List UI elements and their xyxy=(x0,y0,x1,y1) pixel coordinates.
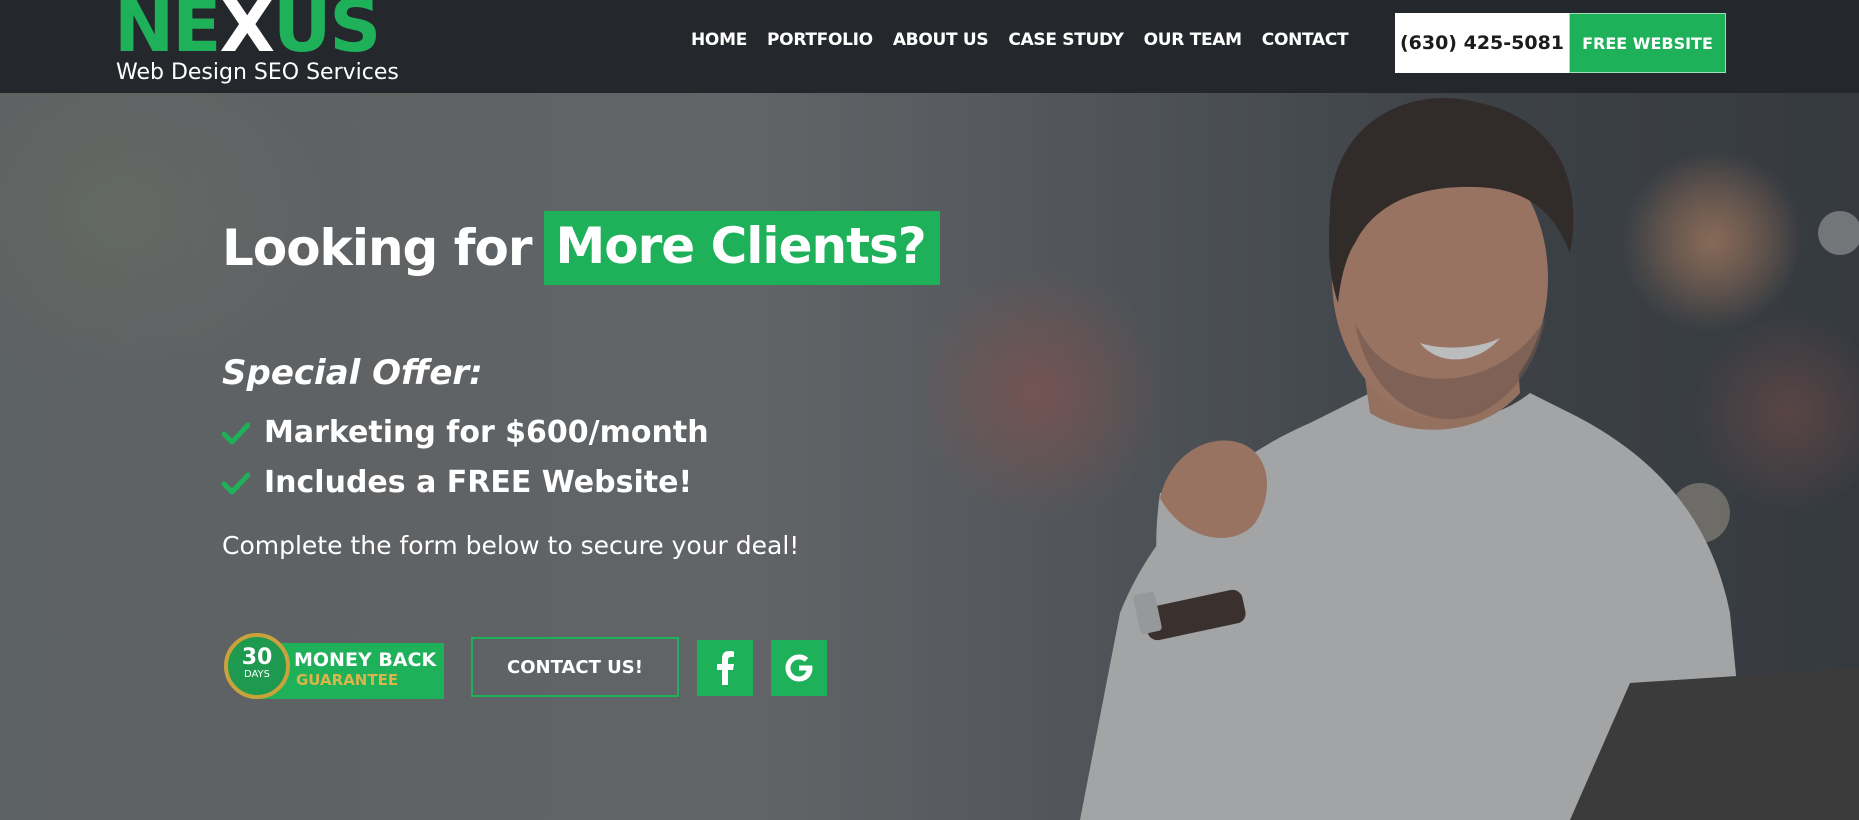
hero-overlay xyxy=(0,93,1859,820)
free-website-button[interactable]: FREE WEBSITE xyxy=(1569,13,1726,73)
offer-bullet: Marketing for $600/month xyxy=(222,415,709,450)
google-icon xyxy=(785,654,813,682)
nav-contact[interactable]: CONTACT xyxy=(1262,30,1349,50)
nexus-logo[interactable]: NEXUS Web Design SEO Services xyxy=(114,0,399,92)
nav-about-us[interactable]: ABOUT US xyxy=(893,30,989,50)
nav-home[interactable]: HOME xyxy=(691,30,747,50)
badge-line1: MONEY BACK xyxy=(294,649,437,671)
money-back-guarantee-badge: 30 DAYS MONEY BACK GUARANTEE xyxy=(222,633,444,701)
facebook-icon xyxy=(717,651,734,685)
checkmark-icon xyxy=(222,472,250,494)
nav-our-team[interactable]: OUR TEAM xyxy=(1144,30,1242,50)
headline-highlight: More Clients? xyxy=(543,211,940,285)
nav-portfolio[interactable]: PORTFOLIO xyxy=(767,30,873,50)
badge-days-label: DAYS xyxy=(243,669,271,680)
hero-subline: Complete the form below to secure your d… xyxy=(222,531,800,560)
offer-bullet: Includes a FREE Website! xyxy=(222,465,692,500)
hero-headline: Looking for More Clients? xyxy=(222,211,940,285)
google-button[interactable] xyxy=(771,640,827,696)
logo-wordmark: NEXUS xyxy=(114,0,381,68)
badge-line2: GUARANTEE xyxy=(296,671,399,689)
nav-case-study[interactable]: CASE STUDY xyxy=(1008,30,1124,50)
headline-text: Looking for xyxy=(222,219,533,277)
special-offer-title: Special Offer: xyxy=(222,353,483,393)
contact-us-button[interactable]: CONTACT US! xyxy=(471,637,679,697)
main-nav: HOME PORTFOLIO ABOUT US CASE STUDY OUR T… xyxy=(691,30,1368,50)
checkmark-icon xyxy=(222,422,250,444)
phone-number-button[interactable]: (630) 425-5081 xyxy=(1395,13,1569,73)
offer-bullet-text: Marketing for $600/month xyxy=(264,415,709,450)
badge-seal: 30 DAYS xyxy=(224,633,290,699)
site-header: NEXUS Web Design SEO Services HOME PORTF… xyxy=(0,0,1859,93)
offer-bullet-text: Includes a FREE Website! xyxy=(264,465,693,500)
hero-section: Looking for More Clients? Special Offer:… xyxy=(0,93,1859,820)
badge-days-number: 30 xyxy=(241,645,273,670)
facebook-button[interactable] xyxy=(697,640,753,696)
logo-tagline: Web Design SEO Services xyxy=(116,60,399,85)
